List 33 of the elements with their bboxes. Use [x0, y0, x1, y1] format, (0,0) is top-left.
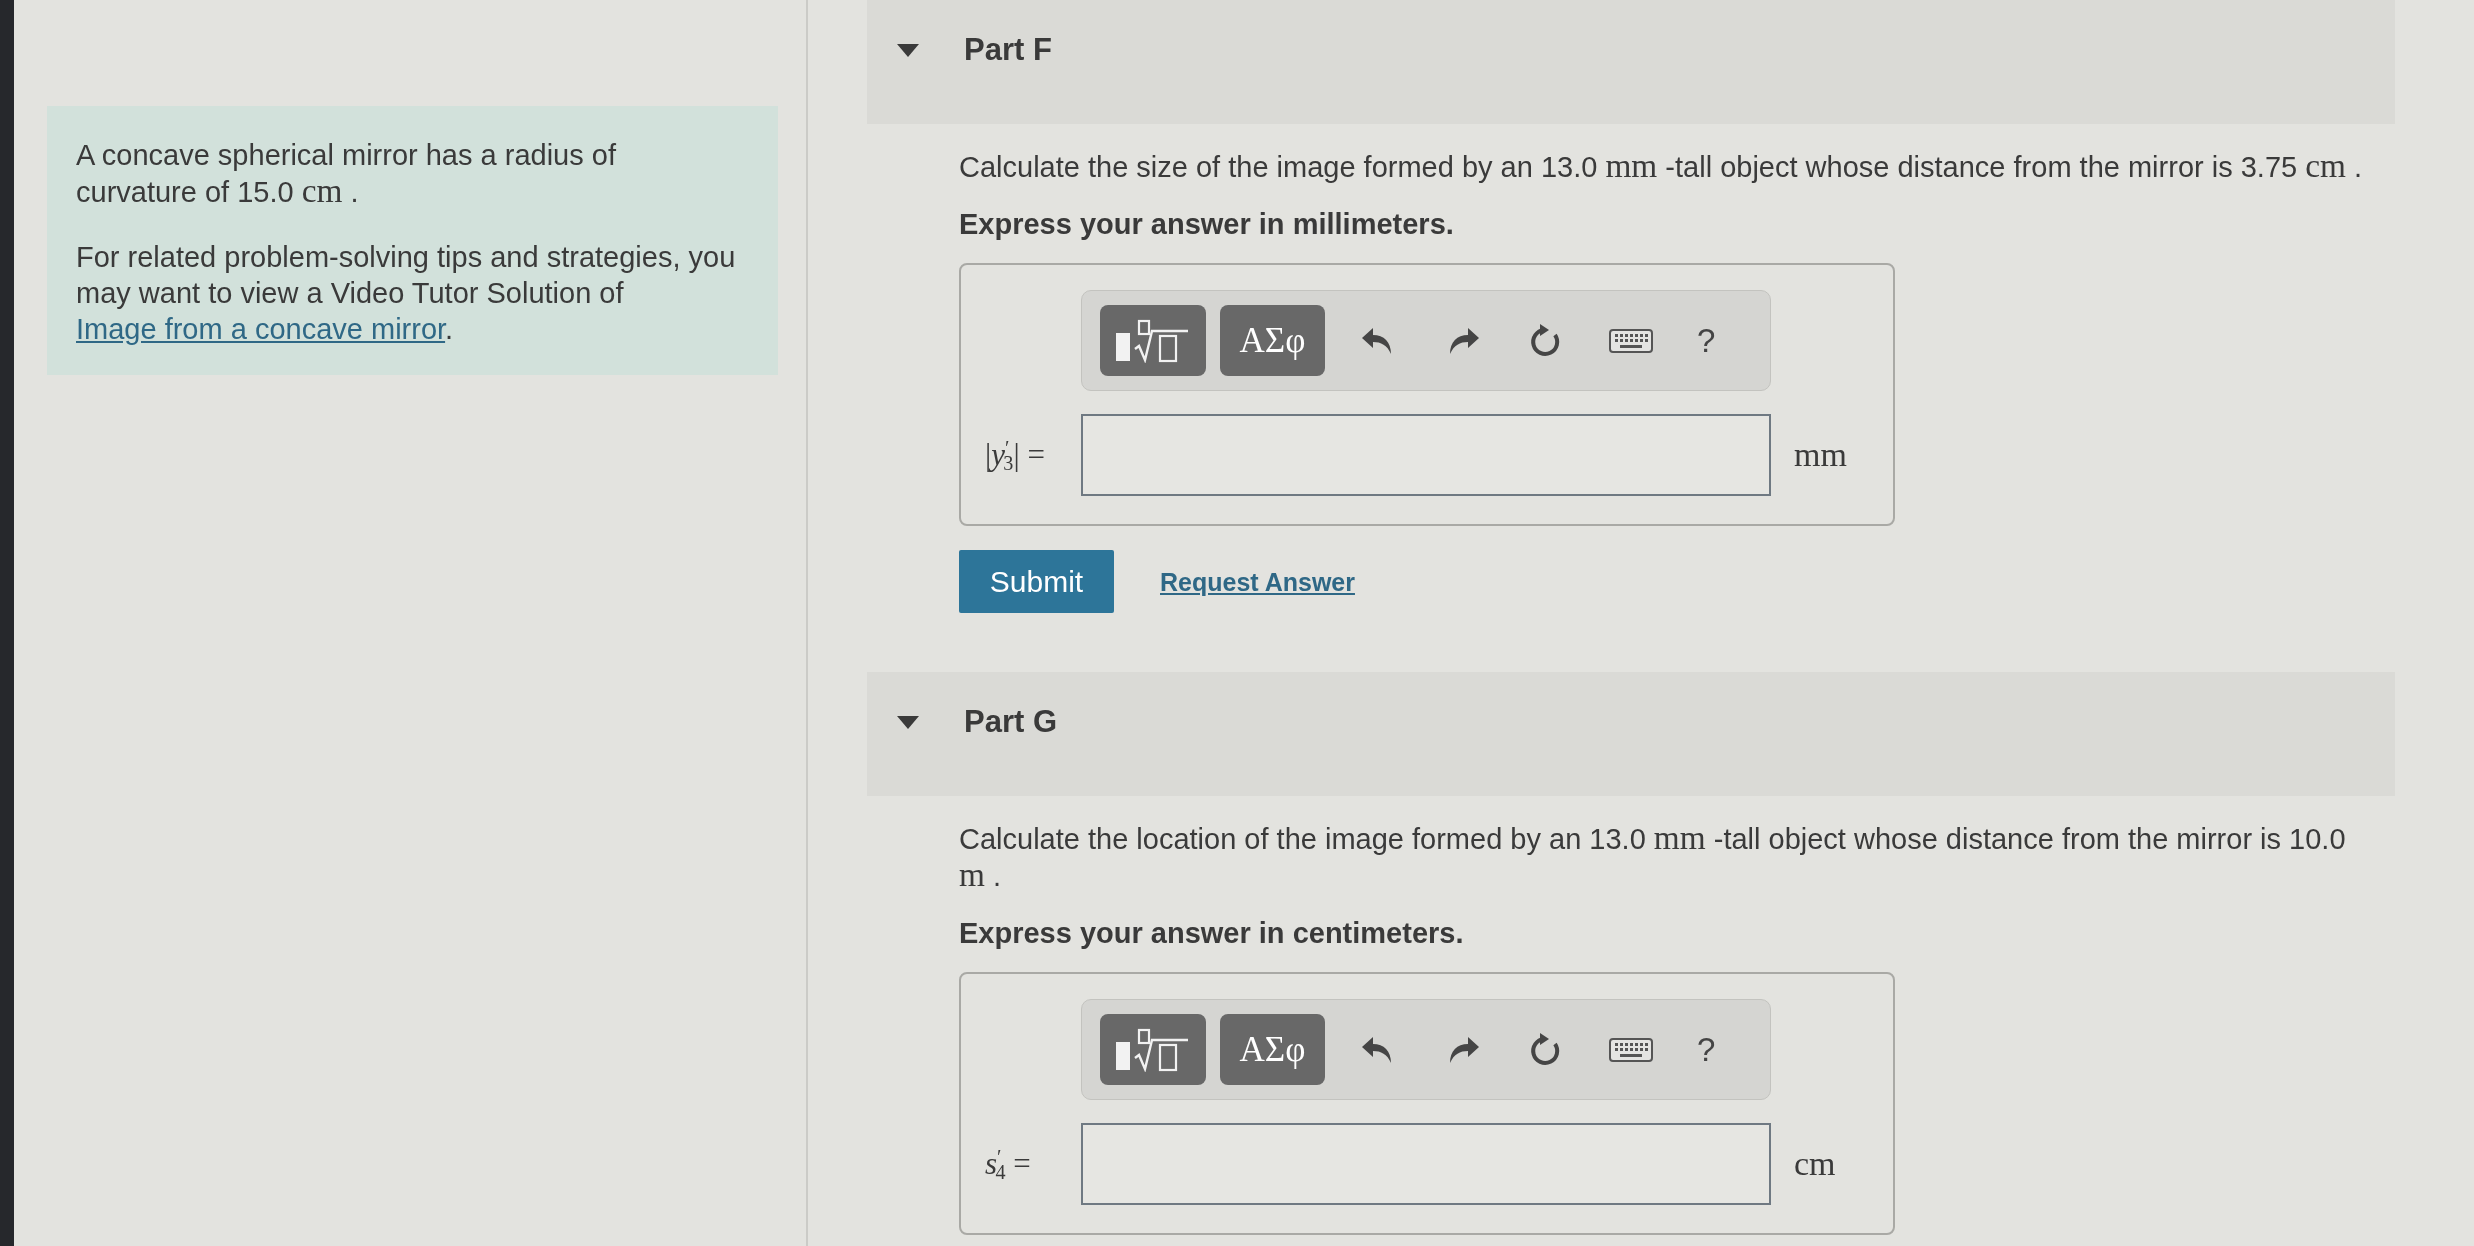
problem-text: For related problem-solving tips and strategies, you may want to view a Video Tutor Solution of Image from a concave mirror. [76, 240, 736, 347]
answer-field[interactable] [1081, 1123, 1771, 1205]
part-header[interactable]: Part F [867, 0, 2395, 124]
redo-icon[interactable] [1448, 1034, 1480, 1065]
radical-template-icon [1116, 1027, 1190, 1072]
help-button[interactable]: ? [1691, 322, 1722, 359]
answer-label: |y$^{′}$$_{3}$| = [985, 437, 1045, 473]
instruction-text: Express your answer in millimeters. [959, 207, 1455, 242]
submit-button[interactable]: Submit [959, 550, 1114, 613]
part-title: Part F [964, 32, 1052, 68]
part-header[interactable]: Part G [867, 672, 2395, 796]
answer-field[interactable] [1081, 414, 1771, 496]
symbols-button[interactable]: ΑΣφ [1220, 305, 1325, 376]
unit-label: mm [1794, 437, 1847, 473]
part-title: Part G [964, 704, 1058, 740]
problem-text: A concave spherical mirror has a radius of curvature of 15.0 cm . [76, 138, 617, 210]
instruction-text: Express your answer in centimeters. [959, 916, 1465, 951]
request-answer-link[interactable]: Request Answer [1160, 563, 1355, 600]
templates-button[interactable] [1100, 305, 1206, 376]
answer-label: s$^{′}$$_{4}$ = [985, 1146, 1031, 1182]
symbols-button[interactable]: ΑΣφ [1220, 1014, 1325, 1085]
keyboard-icon[interactable] [1609, 328, 1653, 353]
video-tutor-link[interactable]: Image from a concave mirror [76, 313, 446, 345]
redo-icon[interactable] [1448, 325, 1480, 356]
question-text: Calculate the location of the image formed by an 13.0 mm -tall object whose distance from the mirror is 10.0 m . [959, 820, 2347, 894]
undo-icon[interactable] [1361, 325, 1393, 356]
keyboard-icon[interactable] [1609, 1037, 1653, 1062]
question-text: Calculate the size of the image formed by an 13.0 mm -tall object whose distance from the mirror is 3.75 cm . [959, 148, 2364, 185]
unit-label: cm [1794, 1146, 1836, 1182]
radical-template-icon [1116, 318, 1190, 363]
templates-button[interactable] [1100, 1014, 1206, 1085]
undo-icon[interactable] [1361, 1034, 1393, 1065]
help-button[interactable]: ? [1691, 1031, 1722, 1068]
